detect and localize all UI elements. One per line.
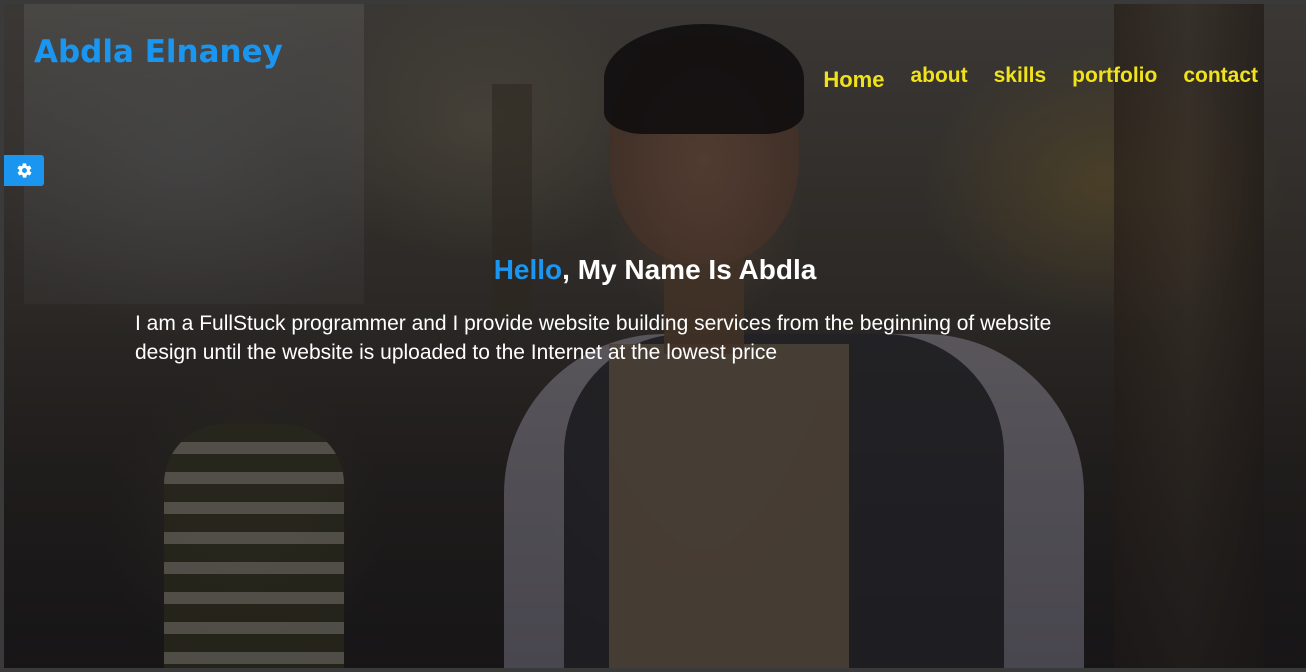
hero-greeting: Hello: [493, 254, 563, 285]
settings-button[interactable]: [4, 155, 44, 186]
main-nav: Home about skills portfolio contact: [823, 62, 1258, 92]
hero-title-rest: , My Name Is Abdla: [562, 254, 817, 285]
gear-icon: [16, 162, 33, 179]
nav-link-portfolio[interactable]: portfolio: [1072, 64, 1157, 88]
nav-link-skills[interactable]: skills: [994, 64, 1047, 88]
hero-description: I am a FullStuck programmer and I provid…: [135, 312, 1052, 364]
landing-page: Abdla Elnaney Home about skills portfoli…: [4, 4, 1306, 668]
nav-link-home[interactable]: Home: [823, 67, 884, 93]
site-logo[interactable]: Abdla Elnaney: [34, 34, 283, 70]
nav-link-about[interactable]: about: [910, 64, 967, 88]
nav-link-contact[interactable]: contact: [1183, 64, 1258, 88]
hero-title: Hello, My Name Is Abdla: [4, 254, 1306, 286]
